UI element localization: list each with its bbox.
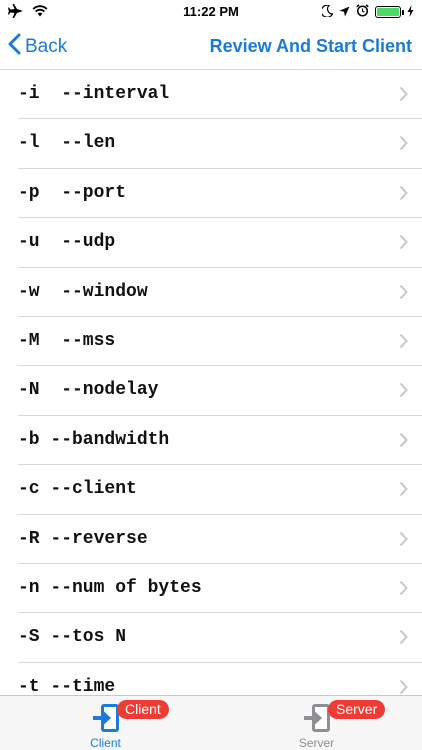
list-item-time[interactable]: -t --time <box>18 663 422 695</box>
chevron-right-icon <box>399 629 408 650</box>
chevron-right-icon <box>399 679 408 695</box>
list-item-port[interactable]: -p --port <box>18 169 422 219</box>
tab-server[interactable]: Server Server <box>211 696 422 750</box>
battery-fill <box>377 8 399 16</box>
option-label: -S --tos N <box>18 627 127 648</box>
option-label: -u --udp <box>18 232 116 253</box>
option-label: -t --time <box>18 676 116 695</box>
location-arrow-icon <box>339 5 350 20</box>
chevron-right-icon <box>399 531 408 552</box>
chevron-left-icon <box>8 33 21 61</box>
list-item-window[interactable]: -w --window <box>18 268 422 317</box>
option-label: -N --nodelay <box>18 380 159 401</box>
battery-tip <box>402 10 404 15</box>
options-list: -i --interval -l --len -p --port -u --ud… <box>0 70 422 695</box>
tab-bar: Client Client Server Server <box>0 695 422 750</box>
option-label: -R --reverse <box>18 528 148 549</box>
list-item-reverse[interactable]: -R --reverse <box>18 515 422 564</box>
back-label: Back <box>25 36 68 57</box>
navigation-bar: Back Review And Start Client <box>0 24 422 70</box>
option-label: -l --len <box>18 133 116 154</box>
list-item-tos[interactable]: -S --tos N <box>18 613 422 663</box>
chevron-right-icon <box>399 481 408 502</box>
moon-icon <box>320 4 334 20</box>
list-item-udp[interactable]: -u --udp <box>18 218 422 268</box>
screen: 11:22 PM Back Review And Start Client -i… <box>0 0 422 750</box>
list-item-client[interactable]: -c --client <box>18 465 422 515</box>
tab-server-label: Server <box>298 736 335 750</box>
chevron-right-icon <box>399 284 408 305</box>
review-and-start-client-button[interactable]: Review And Start Client <box>210 36 412 57</box>
list-item-len[interactable]: -l --len <box>18 119 422 169</box>
chevron-right-icon <box>399 580 408 601</box>
chevron-right-icon <box>399 135 408 156</box>
tab-client[interactable]: Client Client <box>0 696 211 750</box>
client-badge: Client <box>117 700 169 719</box>
charging-bolt-icon <box>407 4 414 20</box>
server-badge: Server <box>328 700 386 719</box>
status-bar: 11:22 PM <box>0 0 422 24</box>
tab-client-label: Client <box>90 736 121 750</box>
option-label: -p --port <box>18 182 127 203</box>
chevron-right-icon <box>399 333 408 354</box>
list-item-nodelay[interactable]: -N --nodelay <box>18 366 422 416</box>
chevron-right-icon <box>399 432 408 453</box>
option-label: -c --client <box>18 479 137 500</box>
chevron-right-icon <box>399 86 408 107</box>
list-item-interval[interactable]: -i --interval <box>18 70 422 120</box>
option-label: -w --window <box>18 281 148 302</box>
battery-icon <box>375 6 404 18</box>
option-label: -n --num of bytes <box>18 577 202 598</box>
status-right <box>320 4 414 20</box>
chevron-right-icon <box>399 382 408 403</box>
option-label: -i --interval <box>18 84 170 104</box>
option-label: -M --mss <box>18 330 116 351</box>
list-item-bandwidth[interactable]: -b --bandwidth <box>18 416 422 466</box>
chevron-right-icon <box>399 185 408 206</box>
list-item-num-of-bytes[interactable]: -n --num of bytes <box>18 564 422 614</box>
alarm-clock-icon <box>356 4 369 20</box>
chevron-right-icon <box>399 234 408 255</box>
list-item-mss[interactable]: -M --mss <box>18 317 422 367</box>
back-button[interactable]: Back <box>8 33 67 61</box>
option-label: -b --bandwidth <box>18 429 170 450</box>
